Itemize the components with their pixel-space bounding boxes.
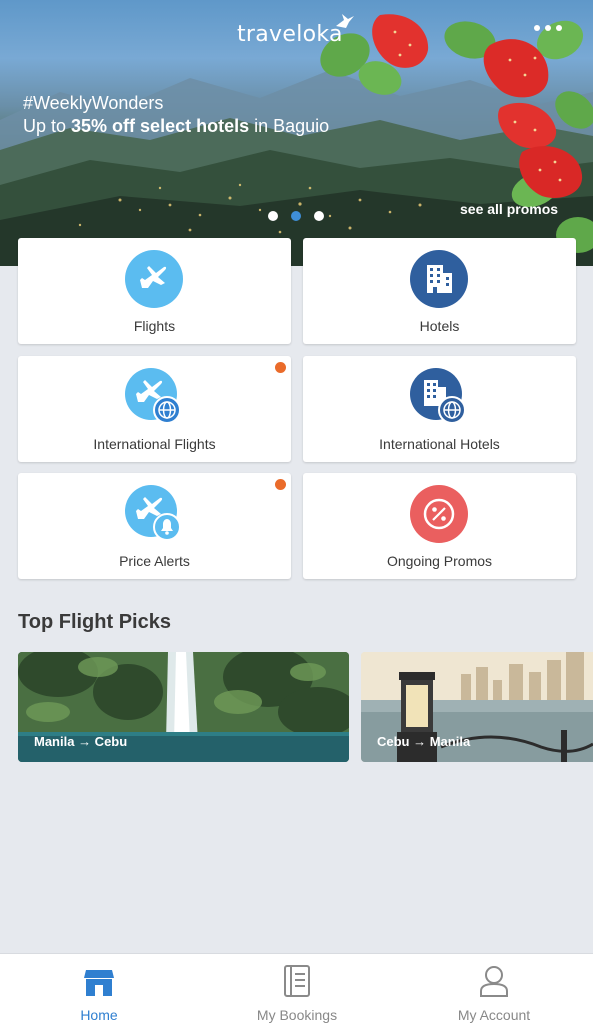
brand-logo: traveloka <box>237 22 343 47</box>
nav-label: Home <box>80 1007 118 1023</box>
percent-badge-icon <box>410 485 468 543</box>
building-icon <box>410 250 468 308</box>
new-badge <box>275 362 286 373</box>
ongoing-promos-tile[interactable]: Ongoing Promos <box>303 473 576 579</box>
nav-label: My Bookings <box>256 1007 338 1023</box>
nav-home[interactable]: Home <box>0 954 198 1024</box>
tile-label: Hotels <box>419 318 460 334</box>
nav-label: My Account <box>457 1007 531 1023</box>
promo-banner[interactable]: traveloka #WeeklyWonders Up to 35% off s… <box>0 0 593 266</box>
new-badge <box>275 479 286 490</box>
more-dots-icon[interactable] <box>532 20 566 36</box>
route-label: Cebu → Manila <box>377 734 471 749</box>
international-hotels-tile[interactable]: International Hotels <box>303 356 576 462</box>
bottom-nav: Home My Bookings My Account <box>0 953 593 1024</box>
bookings-icon <box>284 965 310 997</box>
tile-label: Ongoing Promos <box>386 553 493 569</box>
section-title: Top Flight Picks <box>18 611 171 633</box>
promo-hashtag: #WeeklyWonders <box>23 93 164 113</box>
tile-label: International Flights <box>93 436 216 452</box>
carousel-dot[interactable] <box>314 211 324 221</box>
tile-label: Flights <box>133 318 176 334</box>
see-all-promos-link[interactable]: see all promos <box>460 201 558 217</box>
tile-label: Price Alerts <box>119 553 190 569</box>
flight-pick-card[interactable]: Cebu → Manila <box>361 652 593 762</box>
nav-my-bookings[interactable]: My Bookings <box>198 954 396 1024</box>
airplane-globe-icon <box>125 368 181 424</box>
route-label: Manila → Cebu <box>34 734 128 749</box>
carousel-dot[interactable] <box>268 211 278 221</box>
airplane-bell-icon <box>125 485 181 541</box>
hotels-tile[interactable]: Hotels <box>303 238 576 344</box>
price-alerts-tile[interactable]: Price Alerts <box>18 473 291 579</box>
international-flights-tile[interactable]: International Flights <box>18 356 291 462</box>
airplane-icon <box>125 250 183 308</box>
nav-my-account[interactable]: My Account <box>395 954 593 1024</box>
promo-headline: Up to 35% off select hotels in Baguio <box>23 116 330 136</box>
account-icon <box>480 966 508 997</box>
carousel-dot-active[interactable] <box>291 211 301 221</box>
building-globe-icon <box>410 368 466 424</box>
bird-logo-icon <box>336 14 354 28</box>
flights-tile[interactable]: Flights <box>18 238 291 344</box>
tile-label: International Hotels <box>379 436 500 452</box>
flight-pick-card[interactable]: Manila → Cebu <box>18 652 349 762</box>
home-store-icon <box>84 970 114 996</box>
